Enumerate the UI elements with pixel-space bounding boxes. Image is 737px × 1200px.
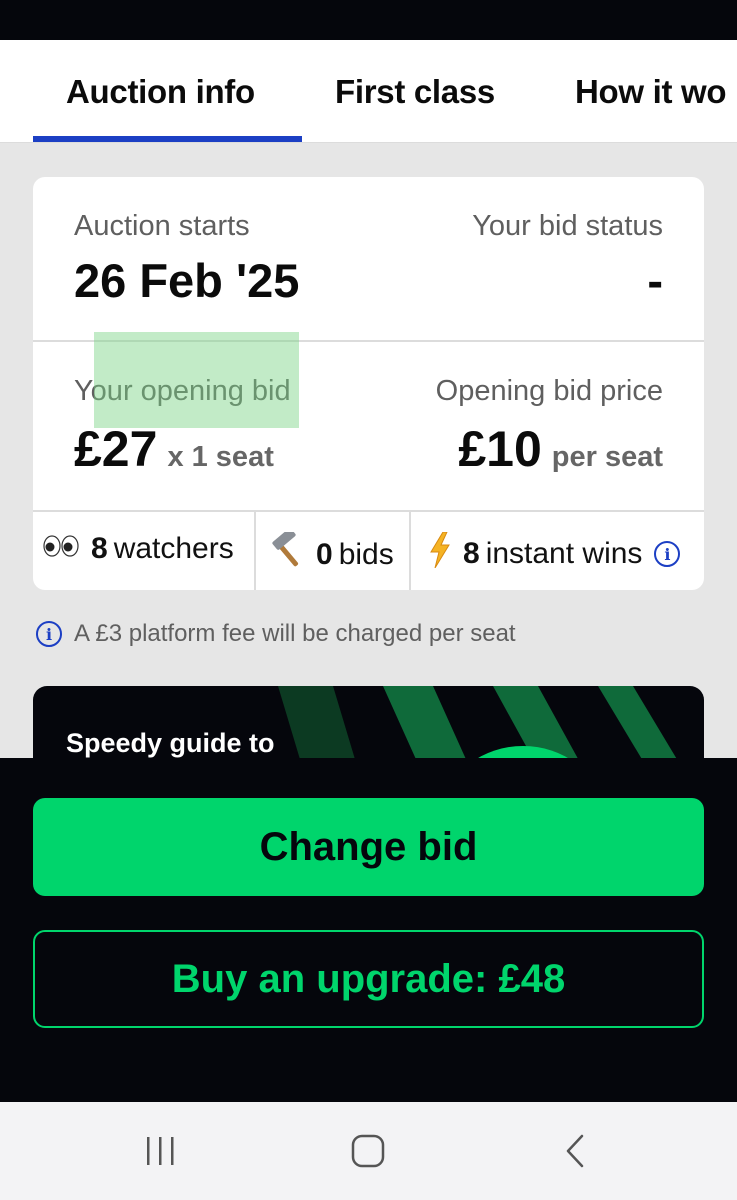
buy-upgrade-button[interactable]: Buy an upgrade: £48 [33, 930, 704, 1028]
eyes-icon [43, 532, 79, 566]
opening-bid-quantity: x 1 seat [167, 441, 274, 473]
tab-how-it-works[interactable]: How it wo [575, 73, 727, 111]
change-bid-button[interactable]: Change bid [33, 798, 704, 896]
active-tab-indicator [33, 136, 302, 142]
bids-count: 0 [316, 538, 333, 571]
status-bar [0, 0, 737, 40]
opening-price-unit: per seat [551, 441, 663, 473]
watchers-label: watchers [113, 532, 234, 565]
bids-label: bids [338, 538, 394, 571]
tab-auction-info[interactable]: Auction info [66, 73, 255, 111]
divider [33, 510, 704, 512]
instant-wins-stat: 8 instant wins i [429, 531, 681, 576]
instant-wins-count: 8 [463, 537, 480, 570]
home-icon[interactable] [328, 1102, 408, 1200]
opening-price-value: £10 [458, 421, 542, 477]
auction-info-card: Auction starts 26 Feb '25 Your bid statu… [33, 177, 704, 590]
opening-price-label: Opening bid price [435, 375, 663, 407]
instant-wins-label: instant wins [485, 537, 643, 570]
auction-starts-value: 26 Feb '25 [74, 254, 300, 307]
info-icon[interactable]: i [36, 621, 62, 647]
action-sheet: Change bid Buy an upgrade: £48 [0, 758, 737, 1102]
watchers-stat: 8 watchers [43, 532, 234, 566]
divider [254, 512, 256, 590]
tab-first-class[interactable]: First class [335, 73, 495, 111]
opening-bid-value: £27 [74, 421, 158, 477]
bid-status-label: Your bid status [472, 210, 663, 242]
bid-status-value: - [647, 254, 663, 307]
opening-bid-amount: £27 x 1 seat [74, 420, 274, 478]
platform-fee-note: i A £3 platform fee will be charged per … [36, 620, 516, 648]
divider [409, 512, 411, 590]
info-icon[interactable]: i [654, 541, 681, 567]
auction-starts-label: Auction starts [74, 210, 250, 242]
platform-fee-text: A £3 platform fee will be charged per se… [74, 620, 516, 647]
lightning-icon [429, 531, 451, 576]
hammer-icon [266, 528, 304, 578]
system-nav-bar [0, 1102, 737, 1200]
watchers-count: 8 [91, 532, 108, 565]
tab-bar: Auction info First class How it wo [0, 40, 737, 143]
back-icon[interactable] [535, 1102, 615, 1200]
opening-price-amount: £10 per seat [458, 420, 663, 478]
highlight-overlay [94, 332, 299, 428]
bids-stat: 0 bids [266, 528, 394, 578]
recent-apps-icon[interactable] [120, 1102, 200, 1200]
guide-title: Speedy guide to [66, 728, 275, 758]
